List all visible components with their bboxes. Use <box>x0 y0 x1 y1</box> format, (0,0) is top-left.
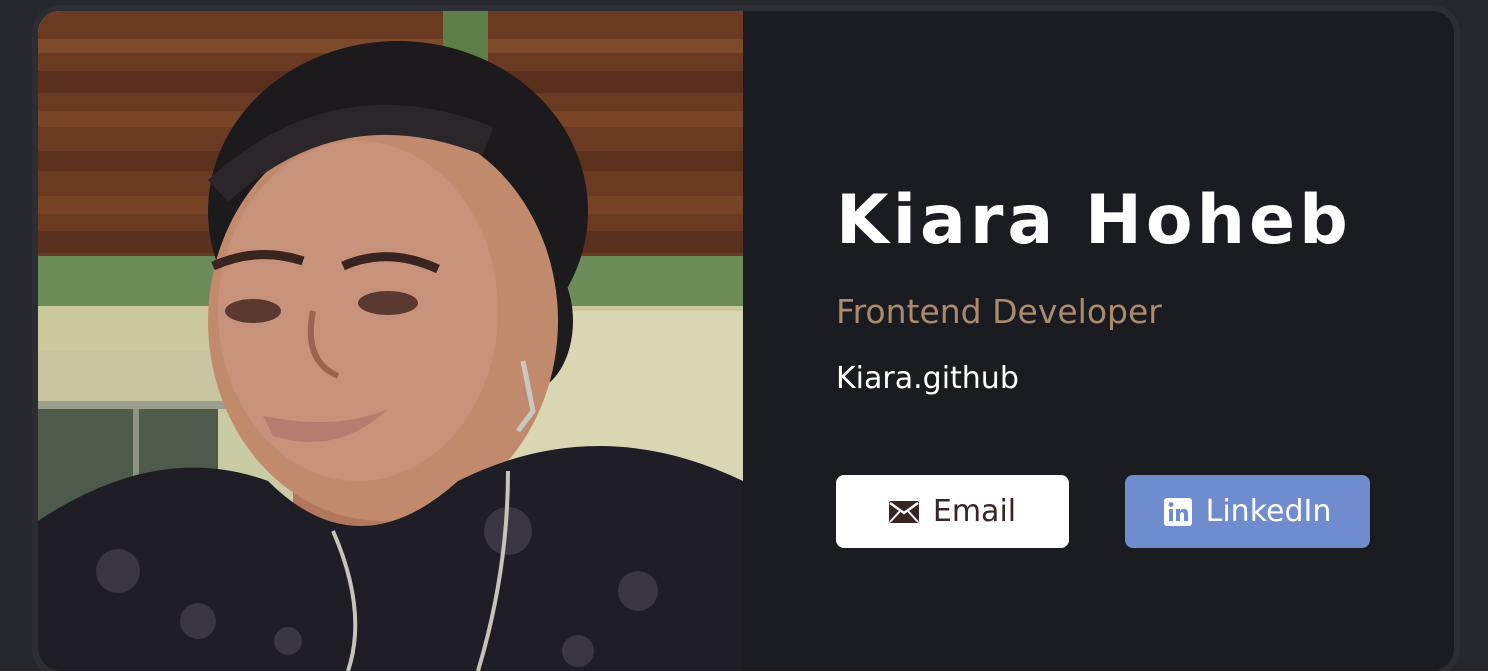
email-button-label: Email <box>932 494 1017 529</box>
linkedin-icon <box>1163 497 1192 526</box>
profile-photo <box>38 11 743 671</box>
profile-name: Kiara Hoheb <box>836 181 1352 260</box>
envelope-icon <box>888 500 919 523</box>
profile-role: Frontend Developer <box>836 292 1162 331</box>
profile-info: Kiara Hoheb Frontend Developer Kiara.git… <box>836 11 1454 671</box>
github-handle: Kiara.github <box>836 361 1019 396</box>
email-button[interactable]: Email <box>836 475 1069 548</box>
linkedin-button[interactable]: LinkedIn <box>1125 475 1370 548</box>
profile-card: Kiara Hoheb Frontend Developer Kiara.git… <box>38 11 1454 671</box>
linkedin-button-label: LinkedIn <box>1205 494 1332 529</box>
